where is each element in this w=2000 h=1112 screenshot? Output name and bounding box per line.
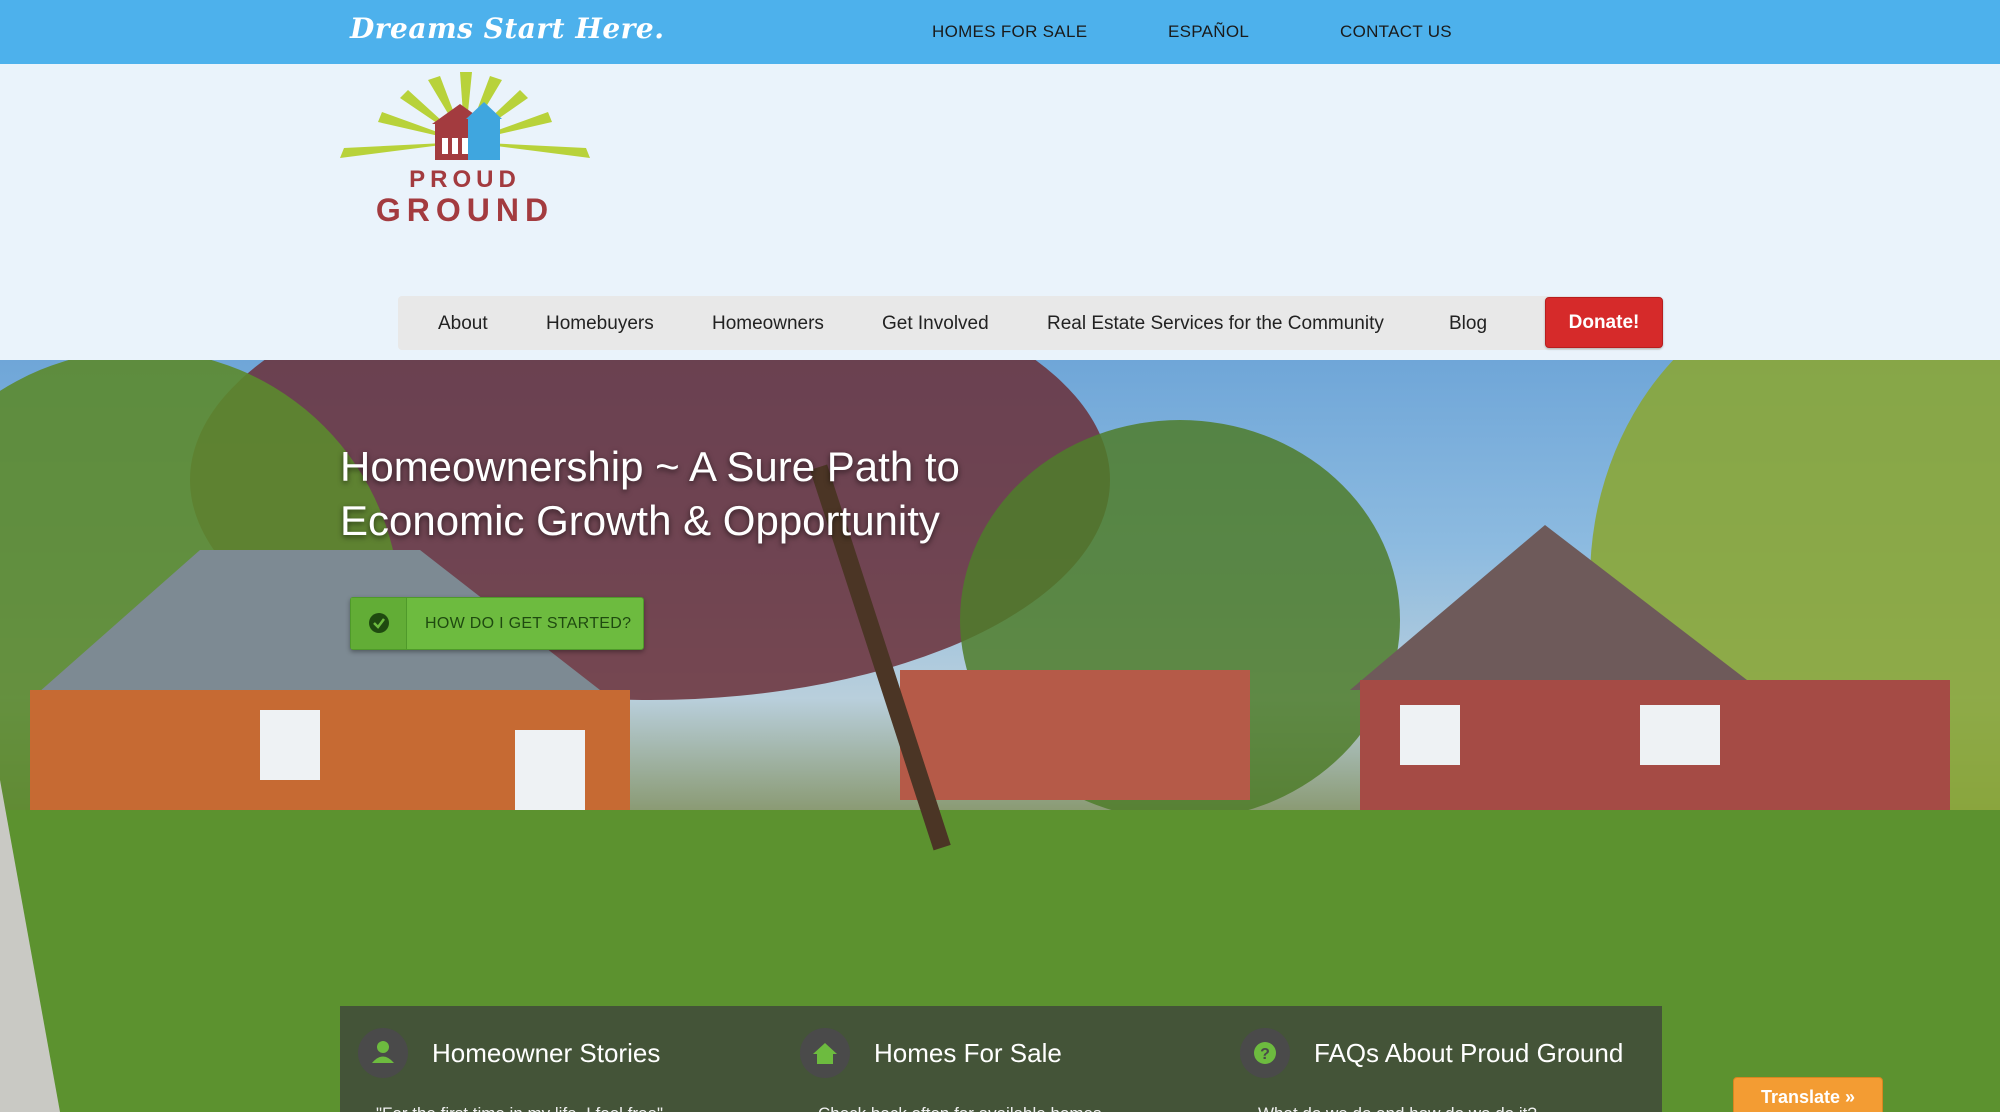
- home-icon: [800, 1028, 850, 1078]
- hero-banner: Homeownership ~ A Sure Path to Economic …: [0, 360, 2000, 1112]
- nav-item-real-estate-services[interactable]: Real Estate Services for the Community: [1047, 313, 1384, 335]
- nav-item-about[interactable]: About: [438, 313, 488, 335]
- donate-button[interactable]: Donate!: [1545, 297, 1663, 348]
- feature-subtitle: What do we do and how do we do it?: [1258, 1104, 1537, 1112]
- nav-item-blog[interactable]: Blog: [1449, 313, 1487, 335]
- feature-subtitle: "For the first time in my life, I feel f…: [376, 1104, 663, 1112]
- hero-title-line-2: Economic Growth & Opportunity: [340, 497, 940, 544]
- hero-title-line-1: Homeownership ~ A Sure Path to: [340, 443, 960, 490]
- tagline: Dreams Start Here.: [350, 12, 665, 45]
- cta-icon-box: [351, 598, 407, 649]
- main-nav: About Homebuyers Homeowners Get Involved…: [398, 296, 1662, 350]
- nav-item-homeowners[interactable]: Homeowners: [712, 313, 824, 335]
- top-bar: Dreams Start Here. HOMES FOR SALE ESPAÑO…: [0, 0, 2000, 64]
- user-icon: [358, 1028, 408, 1078]
- contact-us-link[interactable]: CONTACT US: [1340, 22, 1452, 42]
- cta-label: HOW DO I GET STARTED?: [425, 615, 632, 632]
- feature-title: FAQs About Proud Ground: [1314, 1038, 1624, 1068]
- translate-button[interactable]: Translate »: [1733, 1077, 1883, 1112]
- feature-title: Homes For Sale: [874, 1038, 1062, 1068]
- feature-subtitle: Check back often for available homes: [818, 1104, 1102, 1112]
- hero-title: Homeownership ~ A Sure Path to Economic …: [340, 440, 1100, 548]
- check-circle-icon: [369, 613, 389, 633]
- logo-word-proud: PROUD: [409, 166, 521, 193]
- get-started-button[interactable]: HOW DO I GET STARTED?: [350, 597, 644, 650]
- logo-word-ground: GROUND: [375, 192, 555, 228]
- espanol-link[interactable]: ESPAÑOL: [1168, 22, 1249, 42]
- nav-item-homebuyers[interactable]: Homebuyers: [546, 313, 654, 335]
- question-icon: ?: [1240, 1028, 1290, 1078]
- nav-item-get-involved[interactable]: Get Involved: [882, 313, 989, 335]
- feature-title: Homeowner Stories: [432, 1038, 661, 1068]
- feature-panel: Homeowner Stories "For the first time in…: [340, 1006, 1662, 1112]
- proud-ground-logo[interactable]: PROUD GROUND: [340, 72, 590, 232]
- svg-text:?: ?: [1260, 1046, 1270, 1063]
- homes-for-sale-link[interactable]: HOMES FOR SALE: [932, 22, 1087, 42]
